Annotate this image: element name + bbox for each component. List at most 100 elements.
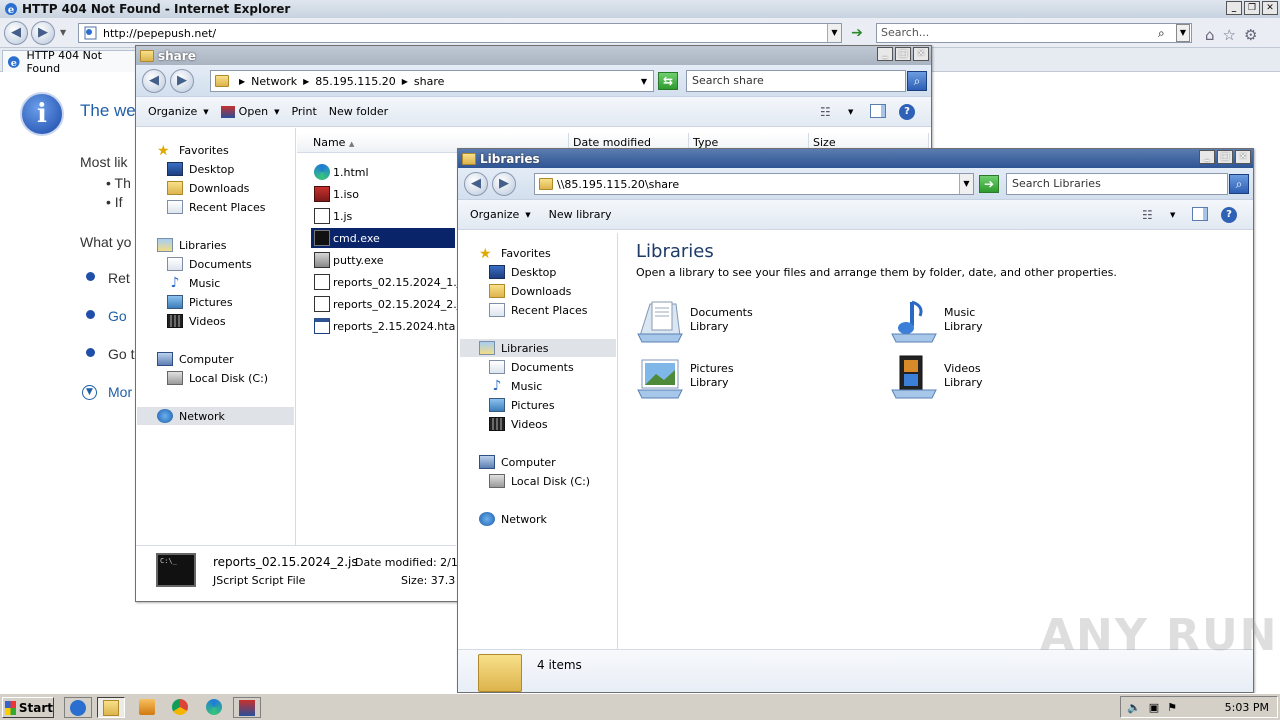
preview-pane-icon[interactable]: [870, 104, 886, 118]
tools-gear-icon[interactable]: ⚙: [1244, 26, 1257, 44]
nav-computer[interactable]: Computer: [479, 453, 556, 471]
nav-recent-places[interactable]: Recent Places: [489, 301, 588, 319]
minimize-button[interactable]: _: [1226, 1, 1242, 15]
history-dropdown-icon[interactable]: ▼: [60, 28, 66, 37]
library-music[interactable]: Music Library: [890, 298, 982, 344]
favorites-star-icon[interactable]: ☆: [1223, 26, 1236, 44]
file-item[interactable]: reports_02.15.2024_2.js: [314, 294, 466, 314]
forward-button[interactable]: ▶: [170, 69, 194, 93]
libraries-address-bar[interactable]: \\85.195.115.20\share ▼: [534, 173, 974, 195]
address-dropdown-icon[interactable]: ▼: [827, 24, 841, 42]
file-item[interactable]: reports_02.15.2024_1.js: [314, 272, 466, 292]
nav-downloads[interactable]: Downloads: [167, 179, 249, 197]
search-icon[interactable]: ⌕: [1158, 26, 1165, 41]
maximize-button[interactable]: □: [1217, 150, 1233, 164]
chevron-down-icon[interactable]: ▼: [1170, 211, 1175, 219]
nav-pictures[interactable]: Pictures: [167, 293, 233, 311]
nav-documents[interactable]: Documents: [489, 358, 574, 376]
nav-favorites[interactable]: ★ Favorites: [479, 244, 551, 262]
close-button[interactable]: ✕: [913, 47, 929, 61]
organize-button[interactable]: Organize ▼: [148, 105, 209, 118]
nav-network[interactable]: Network: [137, 407, 294, 425]
minimize-button[interactable]: _: [1199, 150, 1215, 164]
library-documents[interactable]: Documents Library: [636, 298, 753, 344]
open-button[interactable]: Open ▼: [220, 105, 279, 118]
libraries-search-input[interactable]: Search Libraries: [1006, 173, 1228, 195]
nav-desktop[interactable]: Desktop: [167, 160, 234, 178]
maximize-button[interactable]: □: [895, 47, 911, 61]
restore-button[interactable]: ❐: [1244, 1, 1260, 15]
volume-icon[interactable]: 🔈: [1127, 701, 1141, 714]
back-button[interactable]: ◀: [142, 69, 166, 93]
nav-music[interactable]: ♪ Music: [167, 274, 221, 292]
help-icon[interactable]: ?: [899, 104, 915, 120]
file-item[interactable]: 1.html: [314, 162, 369, 182]
file-item[interactable]: 1.js: [314, 206, 352, 226]
search-icon[interactable]: ⌕: [1229, 174, 1249, 194]
new-library-button[interactable]: New library: [549, 208, 612, 221]
taskbar-ie[interactable]: [64, 697, 92, 718]
nav-videos[interactable]: Videos: [167, 312, 226, 330]
nav-downloads[interactable]: Downloads: [489, 282, 571, 300]
file-item[interactable]: reports_2.15.2024.hta: [314, 316, 455, 336]
nav-recent-places[interactable]: Recent Places: [167, 198, 266, 216]
expand-chevron-icon[interactable]: ▼: [82, 385, 97, 400]
taskbar-chrome[interactable]: [166, 697, 194, 718]
forward-button[interactable]: ▶: [31, 21, 55, 45]
search-dropdown-icon[interactable]: ▼: [1176, 24, 1190, 42]
go-icon[interactable]: ➔: [979, 175, 999, 193]
print-button[interactable]: Print: [291, 105, 316, 118]
forward-button[interactable]: ▶: [492, 172, 516, 196]
address-bar[interactable]: http://pepepush.net/ ▼: [78, 23, 842, 43]
taskbar-media-player[interactable]: [133, 697, 161, 718]
nav-computer[interactable]: Computer: [157, 350, 234, 368]
back-button[interactable]: ◀: [4, 21, 28, 45]
network-tray-icon[interactable]: ▣: [1149, 701, 1159, 714]
preview-pane-icon[interactable]: [1192, 207, 1208, 221]
search-icon[interactable]: ⌕: [907, 71, 927, 91]
nav-local-disk[interactable]: Local Disk (C:): [167, 369, 268, 387]
file-item[interactable]: 1.iso: [314, 184, 359, 204]
tab-http-404[interactable]: e HTTP 404 Not Found: [2, 49, 136, 75]
chevron-down-icon[interactable]: ▼: [848, 108, 853, 116]
new-folder-button[interactable]: New folder: [329, 105, 388, 118]
help-icon[interactable]: ?: [1221, 207, 1237, 223]
nav-pictures[interactable]: Pictures: [489, 396, 555, 414]
flag-icon[interactable]: ⚑: [1167, 701, 1177, 714]
organize-button[interactable]: Organize ▼: [470, 208, 531, 221]
breadcrumb-network[interactable]: Network: [251, 75, 297, 88]
file-item[interactable]: putty.exe: [314, 250, 384, 270]
nav-videos[interactable]: Videos: [489, 415, 548, 433]
address-dropdown-icon[interactable]: ▼: [641, 77, 647, 86]
breadcrumb-share[interactable]: share: [414, 75, 445, 88]
minimize-button[interactable]: _: [877, 47, 893, 61]
nav-libraries[interactable]: Libraries: [460, 339, 616, 357]
share-address-bar[interactable]: ▶ Network ▶ 85.195.115.20 ▶ share ▼: [210, 70, 654, 92]
close-button[interactable]: ✕: [1262, 1, 1278, 15]
nav-music[interactable]: ♪ Music: [489, 377, 543, 395]
clock[interactable]: 5:03 PM: [1225, 701, 1269, 714]
go-link-2[interactable]: Go t: [108, 346, 134, 362]
taskbar-edge[interactable]: [200, 697, 228, 718]
view-options-icon[interactable]: ☷: [1142, 208, 1153, 222]
nav-local-disk[interactable]: Local Disk (C:): [489, 472, 590, 490]
library-videos[interactable]: Videos Library: [890, 354, 982, 400]
file-item-selected[interactable]: cmd.exe: [311, 228, 455, 248]
view-options-icon[interactable]: ☷: [820, 105, 831, 119]
go-icon[interactable]: ➔: [847, 24, 867, 42]
nav-favorites[interactable]: ★ Favorites: [157, 141, 229, 159]
more-info-link[interactable]: Mor: [108, 384, 132, 400]
ie-search-input[interactable]: Search...: [876, 23, 1192, 43]
back-button[interactable]: ◀: [464, 172, 488, 196]
taskbar-explorer[interactable]: [97, 697, 125, 718]
home-icon[interactable]: ⌂: [1205, 26, 1215, 44]
refresh-icon[interactable]: ⇆: [658, 72, 678, 90]
library-pictures[interactable]: Pictures Library: [636, 354, 734, 400]
breadcrumb-ip[interactable]: 85.195.115.20: [315, 75, 395, 88]
share-search-input[interactable]: Search share: [686, 70, 906, 92]
close-button[interactable]: ✕: [1235, 150, 1251, 164]
start-button[interactable]: Start: [2, 697, 54, 718]
nav-documents[interactable]: Documents: [167, 255, 252, 273]
nav-desktop[interactable]: Desktop: [489, 263, 556, 281]
taskbar-app[interactable]: [233, 697, 261, 718]
